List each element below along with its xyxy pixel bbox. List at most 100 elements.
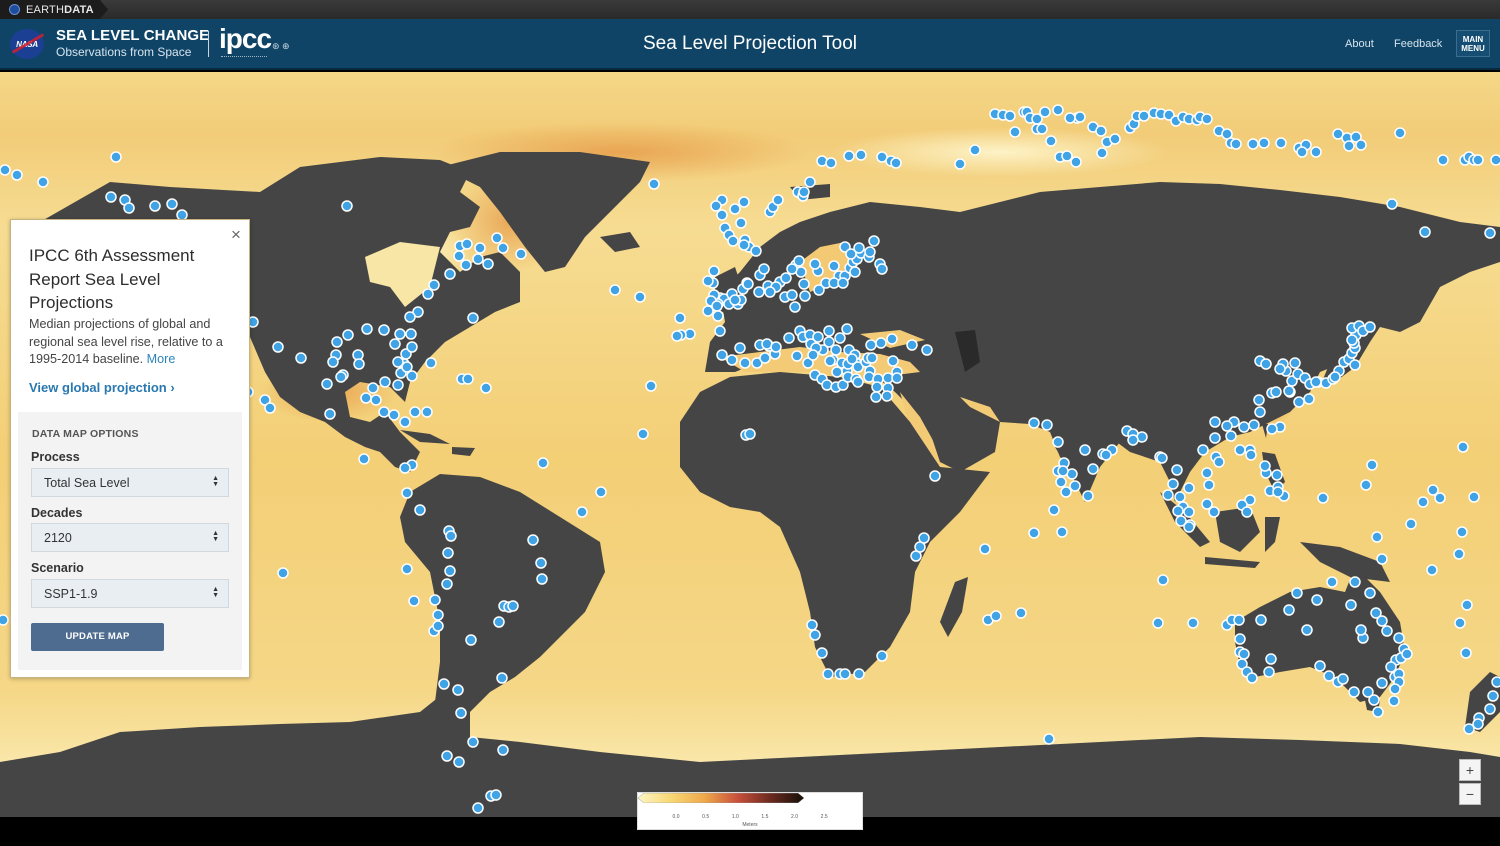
- tide-gauge-marker[interactable]: [1174, 491, 1186, 503]
- tide-gauge-marker[interactable]: [1386, 198, 1398, 210]
- tide-gauge-marker[interactable]: [1079, 444, 1091, 456]
- tide-gauge-marker[interactable]: [1259, 460, 1271, 472]
- tide-gauge-marker[interactable]: [1203, 479, 1215, 491]
- tide-gauge-marker[interactable]: [809, 258, 821, 270]
- tide-gauge-marker[interactable]: [1372, 706, 1384, 718]
- main-menu-button[interactable]: MAIN MENU: [1456, 30, 1490, 57]
- nav-about-link[interactable]: About: [1345, 38, 1374, 50]
- tide-gauge-marker[interactable]: [804, 176, 816, 188]
- tide-gauge-marker[interactable]: [868, 235, 880, 247]
- tide-gauge-marker[interactable]: [823, 325, 835, 337]
- tide-gauge-marker[interactable]: [1045, 135, 1057, 147]
- tide-gauge-marker[interactable]: [1296, 146, 1308, 158]
- tide-gauge-marker[interactable]: [1197, 444, 1209, 456]
- tide-gauge-marker[interactable]: [783, 332, 795, 344]
- tide-gauge-marker[interactable]: [798, 186, 810, 198]
- tide-gauge-marker[interactable]: [370, 394, 382, 406]
- tide-gauge-marker[interactable]: [671, 330, 683, 342]
- tide-gauge-marker[interactable]: [969, 144, 981, 156]
- tide-gauge-marker[interactable]: [1456, 526, 1468, 538]
- tide-gauge-marker[interactable]: [1201, 498, 1213, 510]
- tide-gauge-marker[interactable]: [726, 354, 738, 366]
- tide-gauge-marker[interactable]: [1346, 334, 1358, 346]
- tide-gauge-marker[interactable]: [0, 614, 9, 626]
- tide-gauge-marker[interactable]: [321, 378, 333, 390]
- tide-gauge-marker[interactable]: [1484, 703, 1496, 715]
- tide-gauge-marker[interactable]: [1468, 491, 1480, 503]
- tide-gauge-marker[interactable]: [708, 265, 720, 277]
- tide-gauge-marker[interactable]: [149, 200, 161, 212]
- tide-gauge-marker[interactable]: [799, 290, 811, 302]
- tide-gauge-marker[interactable]: [1265, 653, 1277, 665]
- tide-gauge-marker[interactable]: [634, 291, 646, 303]
- tide-gauge-marker[interactable]: [1247, 138, 1259, 150]
- tide-gauge-marker[interactable]: [595, 486, 607, 498]
- tide-gauge-marker[interactable]: [467, 312, 479, 324]
- tide-gauge-marker[interactable]: [1345, 599, 1357, 611]
- tide-gauge-marker[interactable]: [1371, 531, 1383, 543]
- tide-gauge-marker[interactable]: [753, 286, 765, 298]
- tide-gauge-marker[interactable]: [378, 406, 390, 418]
- tide-gauge-marker[interactable]: [929, 470, 941, 482]
- tide-gauge-marker[interactable]: [1152, 617, 1164, 629]
- tide-gauge-marker[interactable]: [1230, 138, 1242, 150]
- tide-gauge-marker[interactable]: [812, 331, 824, 343]
- tide-gauge-marker[interactable]: [1366, 459, 1378, 471]
- tide-gauge-marker[interactable]: [770, 341, 782, 353]
- tide-gauge-marker[interactable]: [830, 344, 842, 356]
- tide-gauge-marker[interactable]: [1405, 518, 1417, 530]
- tide-gauge-marker[interactable]: [865, 339, 877, 351]
- process-select[interactable]: Total Sea Level ▲ ▼: [31, 468, 229, 497]
- tide-gauge-marker[interactable]: [990, 610, 1002, 622]
- tide-gauge-marker[interactable]: [0, 164, 11, 176]
- view-global-projection-link[interactable]: View global projection ›: [29, 380, 175, 395]
- tide-gauge-marker[interactable]: [482, 258, 494, 270]
- tide-gauge-marker[interactable]: [361, 323, 373, 335]
- tide-gauge-marker[interactable]: [1052, 104, 1064, 116]
- tide-gauge-marker[interactable]: [729, 203, 741, 215]
- tide-gauge-marker[interactable]: [738, 239, 750, 251]
- tide-gauge-marker[interactable]: [422, 288, 434, 300]
- tide-gauge-marker[interactable]: [472, 802, 484, 814]
- tide-gauge-marker[interactable]: [1070, 156, 1082, 168]
- tide-gauge-marker[interactable]: [442, 547, 454, 559]
- tide-gauge-marker[interactable]: [1364, 587, 1376, 599]
- tide-gauge-marker[interactable]: [1389, 683, 1401, 695]
- tide-gauge-marker[interactable]: [1074, 111, 1086, 123]
- tide-gauge-marker[interactable]: [1283, 385, 1295, 397]
- tide-gauge-marker[interactable]: [735, 217, 747, 229]
- tide-gauge-marker[interactable]: [886, 333, 898, 345]
- tide-gauge-marker[interactable]: [1172, 505, 1184, 517]
- zoom-in-button[interactable]: +: [1459, 759, 1481, 781]
- tide-gauge-marker[interactable]: [1368, 694, 1380, 706]
- tide-gauge-marker[interactable]: [388, 409, 400, 421]
- tide-gauge-marker[interactable]: [1041, 419, 1053, 431]
- tide-gauge-marker[interactable]: [807, 349, 819, 361]
- tide-gauge-marker[interactable]: [1254, 406, 1266, 418]
- tide-gauge-marker[interactable]: [791, 350, 803, 362]
- tide-gauge-marker[interactable]: [1266, 423, 1278, 435]
- scenario-select[interactable]: SSP1-1.9 ▲ ▼: [31, 579, 229, 608]
- tide-gauge-marker[interactable]: [465, 634, 477, 646]
- tide-gauge-marker[interactable]: [1201, 467, 1213, 479]
- tide-gauge-marker[interactable]: [1323, 670, 1335, 682]
- tide-gauge-marker[interactable]: [1291, 587, 1303, 599]
- tide-gauge-marker[interactable]: [1310, 376, 1322, 388]
- tide-gauge-marker[interactable]: [853, 242, 865, 254]
- tide-gauge-marker[interactable]: [1490, 154, 1500, 166]
- tide-gauge-marker[interactable]: [758, 263, 770, 275]
- tide-gauge-marker[interactable]: [277, 567, 289, 579]
- tide-gauge-marker[interactable]: [429, 594, 441, 606]
- tide-gauge-marker[interactable]: [324, 408, 336, 420]
- tide-gauge-marker[interactable]: [1061, 150, 1073, 162]
- tide-gauge-marker[interactable]: [1248, 419, 1260, 431]
- tide-gauge-marker[interactable]: [414, 504, 426, 516]
- tide-gauge-marker[interactable]: [780, 272, 792, 284]
- tide-gauge-marker[interactable]: [1209, 432, 1221, 444]
- tide-gauge-marker[interactable]: [389, 338, 401, 350]
- tide-gauge-marker[interactable]: [1274, 363, 1286, 375]
- tide-gauge-marker[interactable]: [891, 372, 903, 384]
- tide-gauge-marker[interactable]: [789, 301, 801, 313]
- tide-gauge-marker[interactable]: [1225, 430, 1237, 442]
- tide-gauge-marker[interactable]: [853, 668, 865, 680]
